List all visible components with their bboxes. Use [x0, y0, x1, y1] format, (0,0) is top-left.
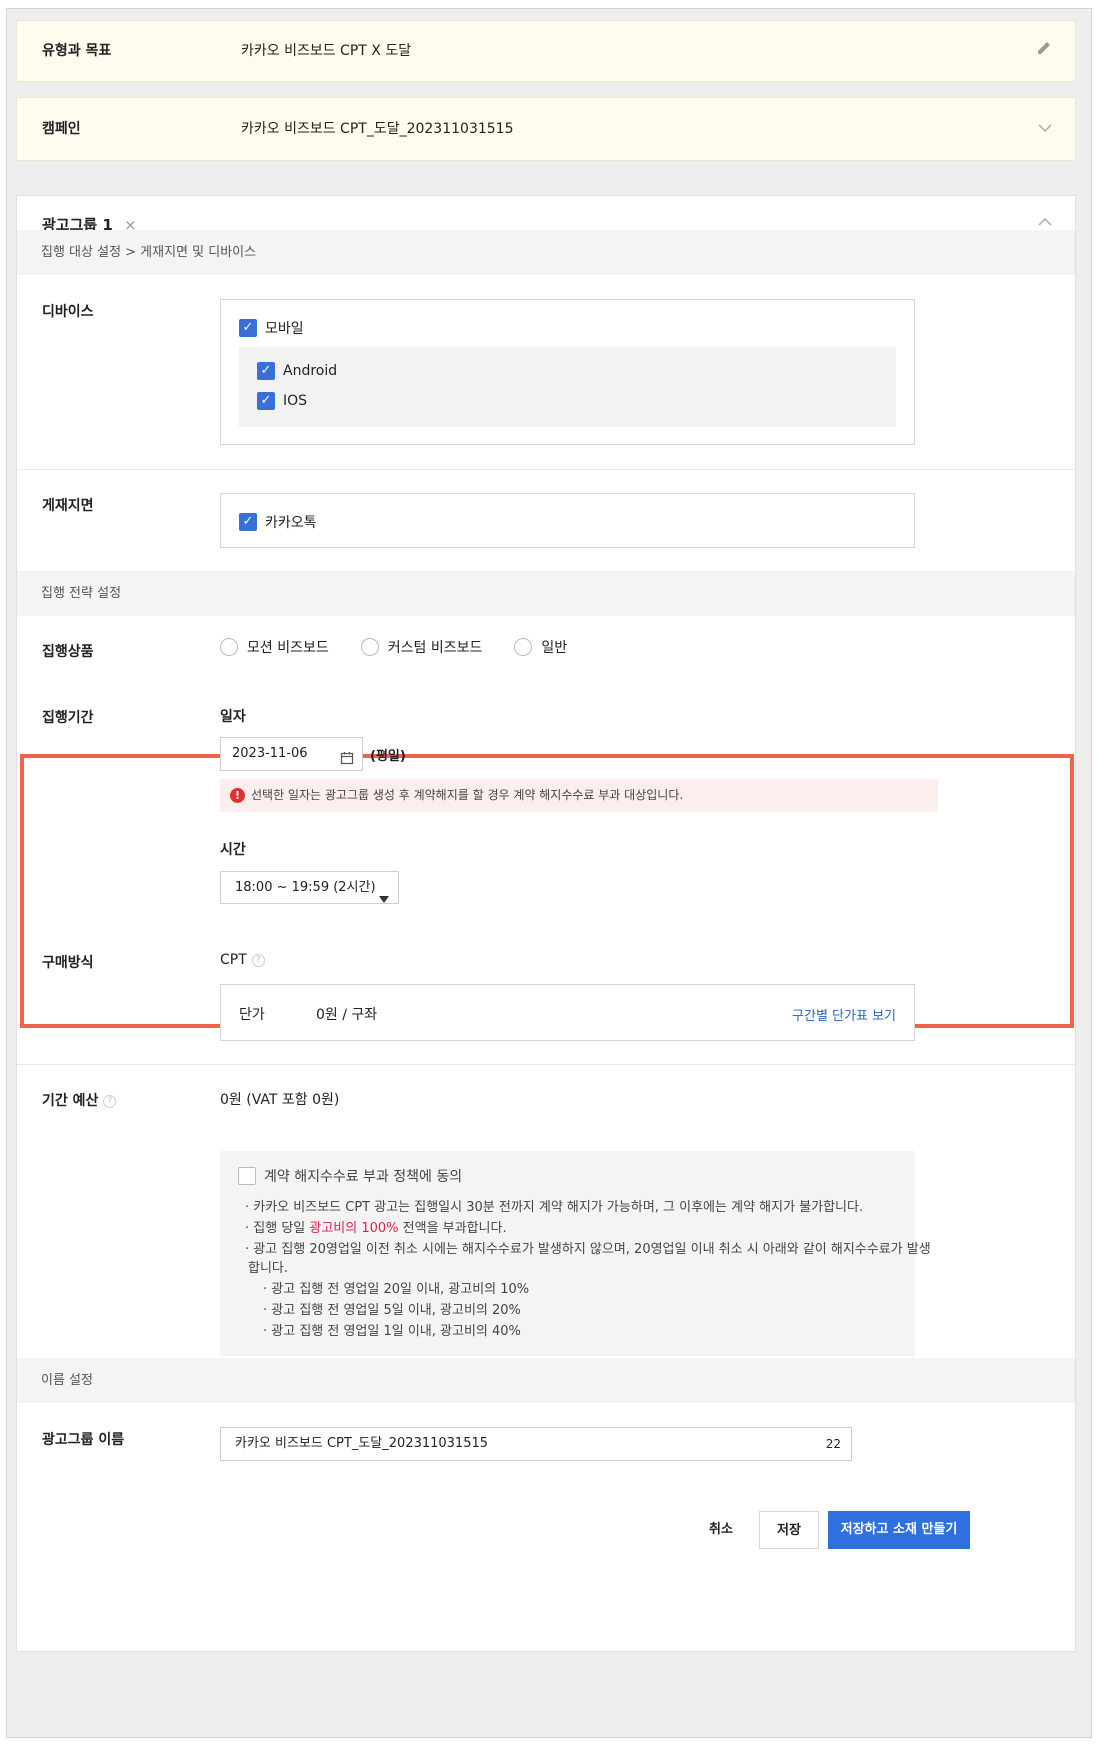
agree-checkbox-row[interactable]: 계약 해지수수료 부과 정책에 동의 — [238, 1166, 462, 1186]
radio-custom-bizboard[interactable] — [360, 638, 379, 656]
check-icon[interactable]: ✓ — [257, 362, 275, 380]
policy-sub-line: · 광고 집행 전 영업일 20일 이내, 광고비의 10% — [263, 1282, 530, 1297]
chevron-down-icon[interactable] — [1037, 120, 1053, 141]
android-checkbox-row[interactable]: ✓ Android — [257, 362, 337, 380]
policy-line-2-red: 광고비의 100% — [309, 1221, 399, 1236]
date-value: 2023-11-06 — [232, 746, 308, 761]
calendar-icon[interactable] — [340, 746, 354, 778]
period-warning: ! 선택한 일자는 광고그룹 생성 후 계약해지를 할 경우 계약 해지수수료 부… — [220, 779, 938, 812]
unit-price-box: 단가 0원 / 구좌 구간별 단가표 보기 — [220, 984, 915, 1041]
alert-icon: ! — [230, 788, 245, 803]
time-value: 18:00 ~ 19:59 (2시간) — [235, 880, 376, 895]
device-label: 디바이스 — [42, 304, 94, 320]
ios-label: IOS — [283, 393, 308, 409]
time-select[interactable]: 18:00 ~ 19:59 (2시간) — [220, 871, 399, 904]
type-goal-bar: 유형과 목표 카카오 비즈보드 CPT X 도달 — [16, 20, 1076, 82]
policy-line-2: · 집행 당일 광고비의 100% 전액을 부과합니다. — [245, 1217, 507, 1236]
budget-value: 0원 (VAT 포함 0원) — [220, 1092, 340, 1108]
ad-group-name-input[interactable]: 카카오 비즈보드 CPT_도달_202311031515 22 — [220, 1427, 852, 1461]
date-suffix: (평일) — [370, 749, 406, 764]
mobile-label: 모바일 — [265, 321, 304, 337]
policy-line-2-a: · 집행 당일 — [245, 1221, 310, 1236]
save-and-create-creative-button[interactable]: 저장하고 소재 만들기 — [828, 1511, 970, 1549]
device-box: ✓ 모바일 ✓ Android ✓ IOS — [220, 299, 915, 445]
divider — [17, 469, 1075, 470]
help-icon[interactable]: ? — [251, 953, 265, 967]
char-count: 22 — [825, 1437, 841, 1451]
agree-label: 계약 해지수수료 부과 정책에 동의 — [264, 1169, 463, 1185]
help-icon[interactable]: ? — [103, 1094, 117, 1108]
radio-motion-bizboard[interactable] — [220, 638, 238, 656]
policy-line-2-b: 전액을 부과합니다. — [398, 1221, 507, 1236]
policy-line: · 카카오 비즈보드 CPT 광고는 집행일시 30분 전까지 계약 해지가 가… — [245, 1200, 864, 1215]
placement-label: 게재지면 — [42, 498, 94, 514]
android-label: Android — [283, 363, 338, 379]
type-goal-value: 카카오 비즈보드 CPT X 도달 — [241, 43, 412, 59]
date-input[interactable]: 2023-11-06 — [220, 737, 363, 771]
policy-sub-line: · 광고 집행 전 영업일 1일 이내, 광고비의 40% — [263, 1324, 521, 1339]
product-label: 집행상품 — [42, 644, 94, 660]
ios-checkbox-row[interactable]: ✓ IOS — [257, 392, 307, 410]
product-radio-group: 모션 비즈보드 커스텀 비즈보드 일반 — [220, 637, 599, 657]
period-warning-text: 선택한 일자는 광고그룹 생성 후 계약해지를 할 경우 계약 해지수수료 부과… — [251, 788, 684, 802]
name-section-header: 이름 설정 — [17, 1358, 1075, 1403]
campaign-value: 카카오 비즈보드 CPT_도달_202311031515 — [241, 121, 514, 137]
purchase-value: CPT — [220, 952, 247, 968]
check-icon[interactable]: ✓ — [239, 513, 257, 531]
cancellation-policy-box: 계약 해지수수료 부과 정책에 동의 · 카카오 비즈보드 CPT 광고는 집행… — [220, 1151, 931, 1356]
time-label: 시간 — [220, 842, 246, 858]
budget-label: 기간 예산 — [42, 1093, 99, 1109]
caret-down-icon[interactable] — [379, 884, 389, 915]
radio-general[interactable] — [514, 638, 533, 656]
check-icon[interactable]: ✓ — [239, 319, 257, 337]
agree-checkbox[interactable] — [238, 1167, 256, 1185]
type-goal-label: 유형과 목표 — [42, 43, 112, 59]
kakaotalk-checkbox-row[interactable]: ✓ 카카오톡 — [239, 512, 317, 532]
mobile-checkbox-row[interactable]: ✓ 모바일 — [239, 318, 304, 338]
unit-label: 단가 — [239, 1007, 265, 1023]
radio-label-motion: 모션 비즈보드 — [247, 640, 329, 656]
radio-label-general: 일반 — [541, 640, 568, 656]
placement-box: ✓ 카카오톡 — [220, 493, 915, 548]
budget-label-row: 기간 예산? — [42, 1090, 117, 1110]
check-icon[interactable]: ✓ — [257, 392, 275, 410]
target-section-header: 집행 대상 설정 > 게재지면 및 디바이스 — [17, 230, 1075, 275]
divider — [17, 1064, 1075, 1065]
purchase-value-row: CPT? — [220, 952, 265, 968]
ad-group-name-label: 광고그룹 이름 — [42, 1432, 125, 1448]
policy-line: · 광고 집행 20영업일 이전 취소 시에는 해지수수료가 발생하지 않으며,… — [245, 1242, 931, 1257]
purchase-label: 구매방식 — [42, 955, 94, 971]
policy-sub-line: · 광고 집행 전 영업일 5일 이내, 광고비의 20% — [263, 1303, 521, 1318]
campaign-bar[interactable]: 캠페인 카카오 비즈보드 CPT_도달_202311031515 — [16, 97, 1076, 161]
unit-value: 0원 / 구좌 — [316, 1007, 378, 1023]
radio-label-custom: 커스텀 비즈보드 — [387, 640, 483, 656]
ad-group-card: 광고그룹 1 × 집행 대상 설정 > 게재지면 및 디바이스 디바이스 ✓ 모바… — [16, 195, 1076, 1652]
cancel-button[interactable]: 취소 — [688, 1511, 754, 1549]
strategy-section-header: 집행 전략 설정 — [17, 571, 1075, 616]
pencil-icon[interactable] — [1035, 39, 1053, 62]
policy-line: 합니다. — [248, 1261, 289, 1276]
kakaotalk-label: 카카오톡 — [265, 515, 317, 531]
mobile-os-group: ✓ Android ✓ IOS — [239, 347, 896, 427]
campaign-label: 캠페인 — [42, 121, 81, 137]
date-label: 일자 — [220, 709, 246, 725]
price-table-link[interactable]: 구간별 단가표 보기 — [792, 1005, 896, 1024]
save-button[interactable]: 저장 — [759, 1511, 819, 1549]
period-label: 집행기간 — [42, 710, 94, 726]
ad-group-name-value: 카카오 비즈보드 CPT_도달_202311031515 — [235, 1436, 489, 1451]
